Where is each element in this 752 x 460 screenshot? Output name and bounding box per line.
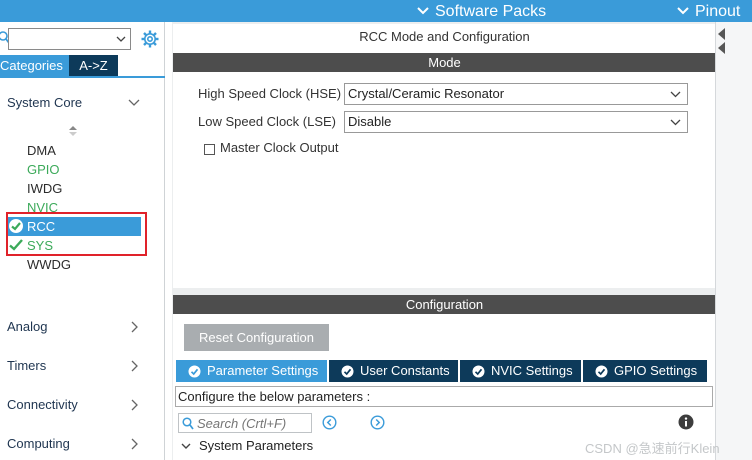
highlight-annotation-box (6, 212, 147, 256)
tab-label: GPIO Settings (614, 363, 698, 378)
section-label: Timers (7, 358, 47, 373)
configure-parameters-text: Configure the below parameters : (175, 386, 713, 407)
configuration-header: Configuration (173, 295, 716, 314)
watermark: CSDN @急速前行Klein (585, 441, 720, 456)
sort-icon[interactable] (68, 125, 78, 137)
search-icon (182, 417, 194, 430)
system-parameters-group[interactable]: System Parameters (181, 438, 313, 453)
categories-sidebar: Categories A->Z System Core DMA GPIO IWD… (0, 22, 165, 460)
collapse-arrow-icon[interactable] (718, 28, 725, 40)
software-packs-menu[interactable]: Software Packs (417, 0, 546, 22)
lse-value: Disable (348, 114, 392, 129)
tab-parameter-settings[interactable]: Parameter Settings (176, 360, 327, 382)
chevron-down-icon[interactable] (116, 34, 126, 44)
tab-user-constants[interactable]: User Constants (329, 360, 458, 382)
software-packs-label: Software Packs (435, 2, 547, 20)
gear-icon[interactable] (140, 29, 160, 49)
parameter-search-input[interactable] (197, 415, 309, 431)
configuration-panel: Configuration Reset Configuration Parame… (173, 295, 716, 460)
info-icon[interactable] (678, 414, 694, 430)
tab-underline (0, 76, 165, 78)
sidebar-search-combobox[interactable] (8, 28, 131, 50)
section-connectivity[interactable]: Connectivity (0, 395, 165, 415)
tab-a-z[interactable]: A->Z (69, 55, 118, 76)
sidebar-tabs: Categories A->Z (0, 55, 165, 78)
chevron-right-icon (131, 438, 138, 450)
section-timers[interactable]: Timers (0, 356, 165, 376)
chevron-right-icon (131, 399, 138, 411)
list-item-dma[interactable]: DMA (27, 143, 56, 158)
pinout-menu[interactable]: Pinout (677, 0, 740, 22)
list-item-wwdg[interactable]: WWDG (27, 257, 71, 272)
check-circle-icon (188, 365, 201, 377)
master-clock-output-checkbox[interactable] (204, 144, 215, 155)
collapse-arrow-icon[interactable] (718, 42, 725, 54)
chevron-down-icon (417, 7, 429, 15)
chevron-right-icon (131, 360, 138, 372)
search-previous-icon[interactable] (322, 415, 337, 430)
parameter-search-field[interactable] (178, 413, 312, 433)
section-label: Analog (7, 319, 48, 334)
top-menu-bar: Software Packs Pinout (0, 0, 752, 22)
chevron-right-icon (131, 321, 138, 333)
tab-label: User Constants (360, 363, 450, 378)
check-circle-icon (341, 365, 354, 377)
group-label: System Parameters (199, 438, 314, 453)
mode-header: Mode (173, 53, 716, 72)
hse-select[interactable]: Crystal/Ceramic Resonator (344, 83, 688, 105)
search-next-icon[interactable] (370, 415, 385, 430)
chevron-down-icon (670, 119, 681, 126)
check-circle-icon (595, 365, 608, 377)
section-label: System Core (7, 95, 83, 110)
section-label: Connectivity (7, 397, 78, 412)
list-item-gpio[interactable]: GPIO (27, 162, 60, 177)
hse-label: High Speed Clock (HSE) (198, 86, 342, 101)
section-analog[interactable]: Analog (0, 317, 165, 337)
lse-label: Low Speed Clock (LSE) (198, 114, 337, 129)
lse-select[interactable]: Disable (344, 111, 688, 133)
master-clock-output-label: Master Clock Output (220, 140, 339, 155)
chevron-down-icon (128, 99, 140, 106)
tab-nvic-settings[interactable]: NVIC Settings (460, 360, 581, 382)
chevron-down-icon (670, 91, 681, 98)
section-computing[interactable]: Computing (0, 434, 165, 454)
pinout-label: Pinout (695, 2, 741, 20)
mode-panel: RCC Mode and Configuration Mode High Spe… (173, 24, 716, 288)
chevron-down-icon (181, 443, 191, 449)
chevron-down-icon (677, 7, 689, 15)
panel-title: RCC Mode and Configuration (359, 29, 530, 44)
list-item-iwdg[interactable]: IWDG (27, 181, 62, 196)
section-label: Computing (7, 436, 70, 451)
section-system-core[interactable]: System Core (0, 93, 165, 113)
right-side-strip (715, 22, 752, 460)
tab-label: NVIC Settings (491, 363, 573, 378)
reset-configuration-button[interactable]: Reset Configuration (184, 324, 329, 351)
tab-gpio-settings[interactable]: GPIO Settings (583, 360, 707, 382)
check-circle-icon (472, 365, 485, 377)
tab-categories[interactable]: Categories (0, 55, 69, 76)
hse-value: Crystal/Ceramic Resonator (348, 86, 505, 101)
sidebar-search-row (0, 28, 165, 52)
tab-label: Parameter Settings (207, 363, 319, 378)
